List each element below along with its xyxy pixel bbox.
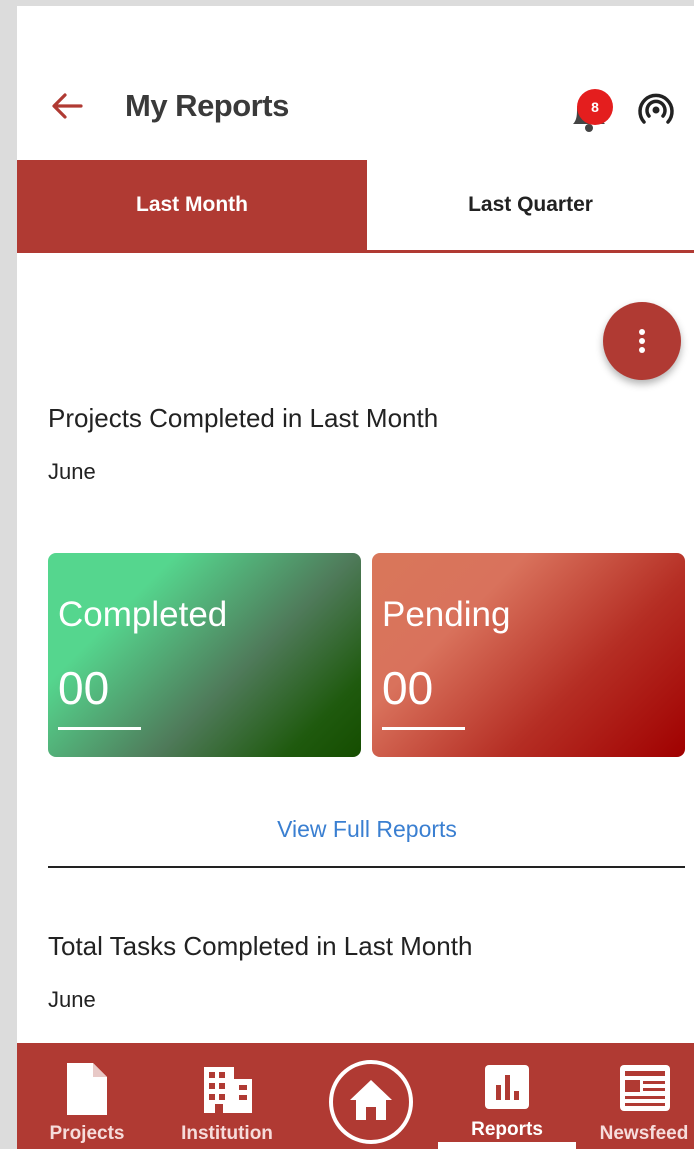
nav-label-reports: Reports (471, 1119, 543, 1140)
projects-section-title: Projects Completed in Last Month (48, 403, 439, 433)
pending-value: 00 (382, 662, 434, 714)
completed-card[interactable]: Completed 00 (48, 553, 361, 757)
view-full-reports-link[interactable]: View Full Reports (17, 816, 694, 843)
completed-label: Completed (58, 595, 228, 634)
pending-underline (382, 727, 465, 730)
document-icon (67, 1063, 107, 1115)
frame-left (0, 0, 17, 1149)
active-tab-indicator (438, 1142, 576, 1149)
projects-section-period: June (48, 459, 96, 484)
tab-last-month[interactable]: Last Month (17, 160, 367, 250)
tab-last-quarter[interactable]: Last Quarter (367, 160, 694, 250)
bar-chart-icon (485, 1065, 529, 1109)
completed-underline (58, 727, 141, 730)
tasks-section-title: Total Tasks Completed in Last Month (48, 931, 473, 961)
more-dot-icon (639, 338, 645, 344)
app-header: My Reports 8 (17, 66, 694, 146)
nav-label-institution: Institution (181, 1123, 273, 1144)
period-tabs: Last Month Last Quarter (17, 160, 694, 253)
page-title: My Reports (125, 88, 289, 123)
app-screen: My Reports 8 Last Month Last Quarter Pro… (17, 6, 694, 1149)
building-icon (204, 1067, 252, 1113)
pending-card[interactable]: Pending 00 (372, 553, 685, 757)
completed-value: 00 (58, 662, 110, 714)
nav-item-newsfeed[interactable]: Newsfeed (594, 1043, 694, 1149)
home-button[interactable] (329, 1060, 413, 1144)
arrow-left-icon[interactable] (47, 86, 87, 126)
home-icon (350, 1080, 392, 1120)
nav-item-projects[interactable]: Projects (37, 1043, 137, 1149)
section-divider (48, 866, 685, 868)
nav-item-reports[interactable]: Reports (457, 1043, 557, 1149)
notification-badge[interactable]: 8 (577, 89, 613, 125)
newspaper-icon (620, 1065, 670, 1111)
tasks-section-period: June (48, 987, 96, 1012)
more-dot-icon (639, 347, 645, 353)
broadcast-icon[interactable] (636, 90, 676, 130)
nav-label-projects: Projects (49, 1123, 125, 1144)
nav-item-institution[interactable]: Institution (167, 1043, 287, 1149)
pending-label: Pending (382, 595, 511, 634)
more-dot-icon (639, 329, 645, 335)
nav-label-newsfeed: Newsfeed (599, 1123, 689, 1144)
more-options-button[interactable] (603, 302, 681, 380)
